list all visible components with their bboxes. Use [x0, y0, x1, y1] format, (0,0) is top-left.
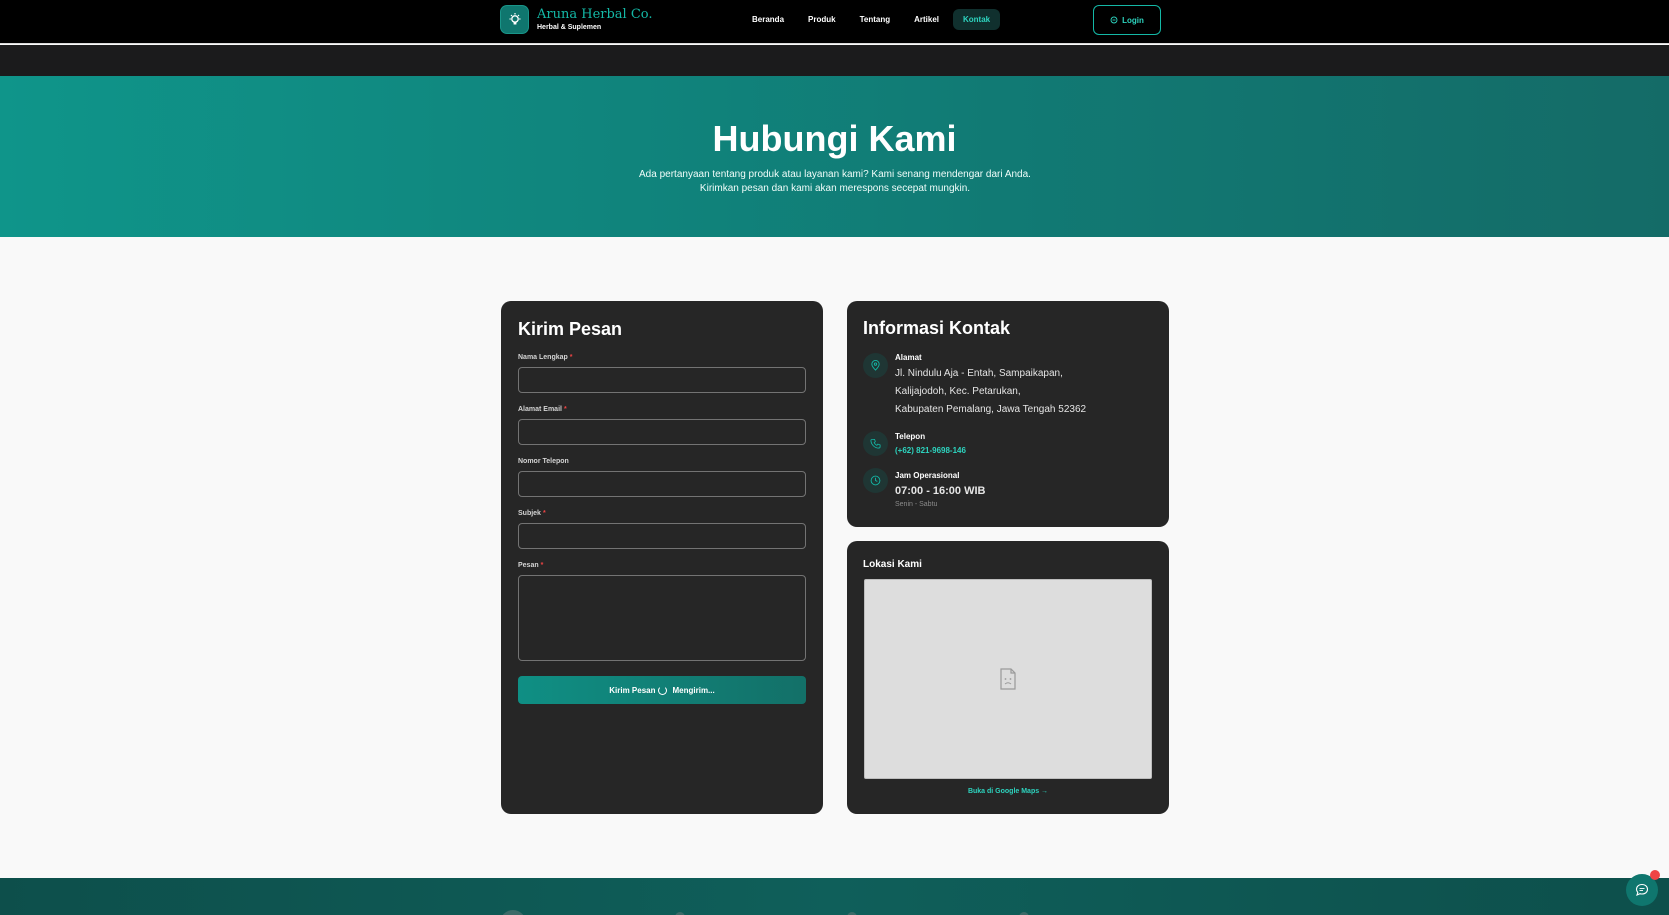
- message-textarea[interactable]: [518, 575, 806, 661]
- login-label: Login: [1122, 15, 1144, 25]
- lightbulb-icon: [500, 5, 529, 34]
- email-input[interactable]: [518, 419, 806, 445]
- address-line: Kabupaten Pemalang, Jawa Tengah 52362: [895, 404, 1087, 415]
- message-label: Pesan *: [518, 562, 544, 569]
- nav-produk[interactable]: Produk: [798, 9, 846, 30]
- hours-label: Jam Operasional: [895, 471, 960, 480]
- clock-icon: [863, 468, 888, 493]
- phone-label: Nomor Telepon: [518, 458, 569, 465]
- brand-tagline: Herbal & Suplemen: [537, 24, 602, 31]
- name-input[interactable]: [518, 367, 806, 393]
- contact-info-card: Informasi Kontak Alamat Jl. Nindulu Aja …: [847, 301, 1169, 527]
- notification-badge: [1650, 870, 1660, 880]
- address-line: Jl. Nindulu Aja - Entah, Sampaikapan,: [895, 368, 1063, 379]
- subject-input[interactable]: [518, 523, 806, 549]
- navbar: Aruna Herbal Co. Herbal & Suplemen Beran…: [0, 0, 1669, 44]
- main-nav: Beranda Produk Tentang Artikel Kontak: [742, 9, 1001, 30]
- phone-link[interactable]: (+62) 821-9698-146: [895, 446, 966, 455]
- address-label: Alamat: [895, 353, 922, 362]
- address-text: Jl. Nindulu Aja - Entah, Sampaikapan, Ka…: [895, 365, 1155, 419]
- submit-loading-label: Mengirim...: [672, 685, 715, 695]
- form-title: Kirim Pesan: [518, 319, 623, 339]
- subject-label: Subjek *: [518, 510, 546, 517]
- nav-tentang[interactable]: Tentang: [850, 9, 901, 30]
- hours-text: 07:00 - 16:00 WIB: [895, 485, 986, 497]
- email-label: Alamat Email *: [518, 406, 567, 413]
- footer: [0, 878, 1669, 915]
- address-line: Kalijajodoh, Kec. Petarukan,: [895, 386, 1021, 397]
- chat-icon: [1635, 883, 1649, 897]
- brand-name: Aruna Herbal Co.: [537, 7, 653, 22]
- submit-button[interactable]: Kirim Pesan Mengirim...: [518, 676, 806, 704]
- loading-spinner-icon: [657, 685, 667, 695]
- map-title: Lokasi Kami: [863, 559, 922, 570]
- brand[interactable]: Aruna Herbal Co. Herbal & Suplemen: [500, 5, 653, 34]
- nav-beranda[interactable]: Beranda: [742, 9, 794, 30]
- hero-section: Hubungi Kami Ada pertanyaan tentang prod…: [0, 76, 1669, 237]
- google-maps-link[interactable]: Buka di Google Maps →: [847, 788, 1169, 795]
- name-label: Nama Lengkap *: [518, 354, 573, 361]
- phone-input[interactable]: [518, 471, 806, 497]
- map-pin-icon: [863, 353, 888, 378]
- map-card: Lokasi Kami Buka di Google Maps →: [847, 541, 1169, 814]
- info-title: Informasi Kontak: [863, 318, 1011, 338]
- submit-label: Kirim Pesan: [609, 685, 656, 695]
- subheader-bar: [0, 45, 1669, 76]
- login-button[interactable]: Login: [1093, 5, 1161, 35]
- phone-icon: [863, 431, 888, 456]
- phone-label-text: Telepon: [895, 432, 926, 441]
- page-title: Hubungi Kami: [712, 118, 957, 159]
- days-text: Senin - Sabtu: [895, 501, 938, 508]
- login-icon: [1110, 16, 1118, 24]
- nav-artikel[interactable]: Artikel: [904, 9, 949, 30]
- nav-kontak[interactable]: Kontak: [953, 9, 1001, 30]
- footer-logo: [500, 910, 526, 915]
- broken-image-icon: [1000, 668, 1016, 690]
- hero-subtitle: Ada pertanyaan tentang produk atau layan…: [639, 169, 1031, 194]
- contact-form-card: Kirim Pesan Nama Lengkap * Alamat Email * …: [501, 301, 823, 814]
- map-embed[interactable]: [864, 579, 1152, 779]
